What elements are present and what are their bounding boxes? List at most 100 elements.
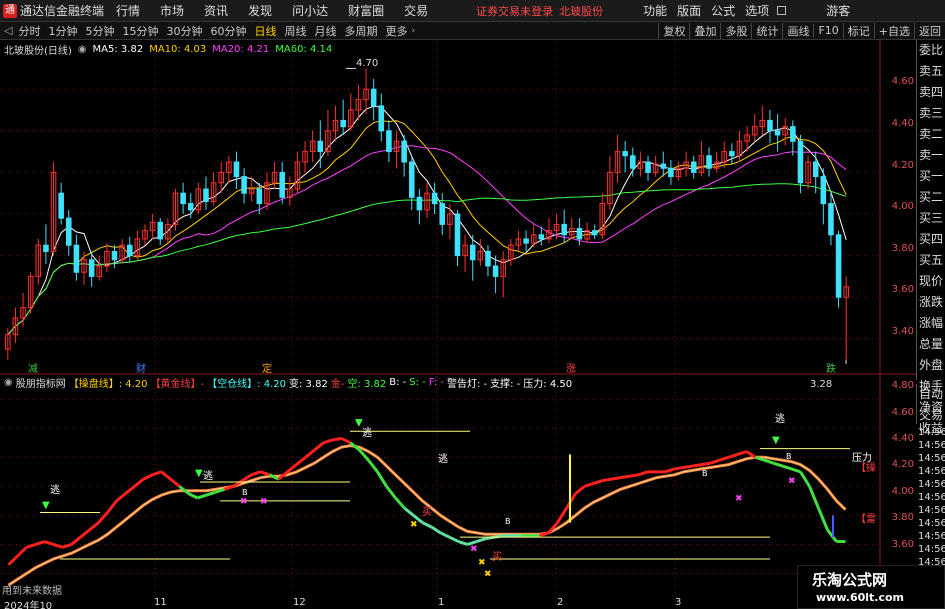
- auto-label[interactable]: 自动: [919, 384, 943, 405]
- period-30min[interactable]: 30分钟: [166, 23, 202, 39]
- quote-label[interactable]: 卖五: [919, 61, 943, 82]
- ind-ytick: 4.40: [891, 433, 914, 444]
- ind-label-0: 【操盘线】: 4.20: [68, 378, 148, 390]
- menu-layout[interactable]: 版面: [677, 2, 701, 19]
- quote-label[interactable]: 卖三: [919, 103, 943, 124]
- quote-label[interactable]: 买四: [919, 229, 943, 250]
- candle-body: [157, 221, 164, 240]
- price-chart[interactable]: ▼▼▼▼✖ ✖✖✖✖✖✖✖BBBB: [0, 40, 916, 597]
- menu-wealth[interactable]: 财富圈: [348, 2, 384, 19]
- button-fuquan[interactable]: 复权: [658, 22, 689, 39]
- ind-ytick: 3.80: [891, 512, 914, 523]
- quote-label[interactable]: 总量: [919, 334, 943, 355]
- guest-label[interactable]: 游客: [826, 2, 850, 19]
- fast-line-seg: [430, 525, 442, 535]
- menu-square-icon[interactable]: [777, 6, 787, 15]
- quote-label[interactable]: 委比: [919, 40, 943, 61]
- menu-ask[interactable]: 问小达: [292, 2, 328, 19]
- chevron-right-icon[interactable]: ›: [411, 26, 415, 36]
- fast-line-seg: [448, 535, 460, 543]
- cross-icon: ✖: [240, 497, 248, 507]
- button-add-watchlist[interactable]: +自选: [873, 22, 914, 39]
- fast-line-seg: [439, 531, 451, 539]
- time-label: 14:56: [918, 479, 945, 490]
- time-column: 14:56 14:56 14:56 14:56 14:56 14:56 14:5…: [918, 426, 945, 576]
- button-mark[interactable]: 标记: [842, 22, 874, 39]
- fast-line-seg: [817, 507, 829, 531]
- fast-line-seg: [367, 459, 379, 473]
- fast-line-seg: [26, 543, 36, 549]
- period-15min[interactable]: 15分钟: [122, 23, 158, 39]
- candle-body: [576, 228, 583, 240]
- period-daily[interactable]: 日线: [254, 23, 276, 39]
- fast-line-seg: [323, 438, 333, 445]
- period-60min[interactable]: 60分钟: [210, 23, 246, 39]
- fast-line-seg: [115, 492, 127, 503]
- ind-label-3: 变: 3.82: [289, 378, 328, 390]
- indicator-dot-icon[interactable]: ◉: [4, 377, 13, 388]
- period-5min[interactable]: 5分钟: [85, 23, 114, 39]
- candle-body: [111, 250, 118, 261]
- ind-ytick: 4.20: [891, 459, 914, 470]
- candle-body: [660, 163, 667, 169]
- quote-label[interactable]: 买三: [919, 208, 943, 229]
- menu-news[interactable]: 资讯: [204, 2, 228, 19]
- menu-market[interactable]: 行情: [116, 2, 140, 19]
- quote-label[interactable]: 买一: [919, 166, 943, 187]
- b-label: B: [786, 452, 792, 461]
- quote-label[interactable]: 买二: [919, 187, 943, 208]
- button-overlay[interactable]: 叠加: [689, 22, 720, 39]
- period-1min[interactable]: 1分钟: [48, 23, 77, 39]
- time-label: 14:56: [918, 427, 945, 438]
- period-multi[interactable]: 多周期: [344, 23, 377, 39]
- button-draw[interactable]: 画线: [782, 22, 813, 39]
- menu-trade[interactable]: 交易: [404, 2, 428, 19]
- fast-line-seg: [782, 464, 792, 471]
- menu-discover[interactable]: 发现: [248, 2, 272, 19]
- quote-label[interactable]: 买五: [919, 250, 943, 271]
- quote-label[interactable]: 涨跌: [919, 292, 943, 313]
- ind-label-8: F: -: [428, 376, 444, 388]
- time-label: 14:56: [918, 466, 945, 477]
- trade-label[interactable]: 交易: [919, 405, 943, 426]
- period-weekly[interactable]: 周线: [284, 23, 306, 39]
- login-notice[interactable]: 证券交易未登录: [476, 3, 553, 19]
- button-f10[interactable]: F10: [813, 24, 842, 37]
- fast-line-seg: [160, 470, 172, 481]
- quote-label[interactable]: 涨幅: [919, 313, 943, 334]
- cut-label-2: 【雷: [856, 514, 876, 525]
- quote-label[interactable]: 卖一: [919, 145, 943, 166]
- quote-label[interactable]: 卖四: [919, 82, 943, 103]
- fast-line-seg: [745, 450, 757, 459]
- candle-body: [180, 192, 186, 205]
- menu-formula[interactable]: 公式: [711, 2, 735, 19]
- ind-label-10: 支撑: -: [490, 378, 521, 390]
- quote-label[interactable]: 外盘: [919, 355, 943, 376]
- ind-label-4: 金-: [330, 378, 345, 390]
- buy-label: 买: [422, 507, 432, 518]
- arrow-left-icon[interactable]: ◁: [4, 24, 12, 37]
- quote-label[interactable]: 卖二: [919, 124, 943, 145]
- candle-body: [187, 203, 194, 211]
- period-monthly[interactable]: 月线: [314, 23, 336, 39]
- fast-line-seg: [313, 441, 325, 452]
- quote-label[interactable]: 现价: [919, 271, 943, 292]
- cross-icon: ✖: [410, 520, 418, 530]
- title-bar: 通 通达信金融终端 行情 市场 资讯 发现 问小达 财富圈 交易 证券交易未登录…: [0, 0, 945, 22]
- button-stats[interactable]: 统计: [751, 22, 782, 39]
- menu-options[interactable]: 选项: [745, 2, 769, 19]
- menu-exchange[interactable]: 市场: [160, 2, 184, 19]
- candle-body: [401, 140, 407, 163]
- fast-line-seg: [574, 485, 586, 495]
- button-back[interactable]: 返回: [914, 22, 945, 39]
- fast-line-seg: [295, 456, 307, 466]
- ma-line-ma20: [7, 145, 847, 335]
- period-timeshare[interactable]: 分时: [18, 23, 40, 39]
- candle-body: [370, 88, 377, 107]
- menu-function[interactable]: 功能: [643, 2, 667, 19]
- period-more[interactable]: 更多: [385, 23, 407, 39]
- ytick: 4.60: [891, 76, 914, 87]
- button-multistock[interactable]: 多股: [720, 22, 751, 39]
- fast-line-seg: [62, 543, 72, 549]
- candle-body: [835, 234, 842, 298]
